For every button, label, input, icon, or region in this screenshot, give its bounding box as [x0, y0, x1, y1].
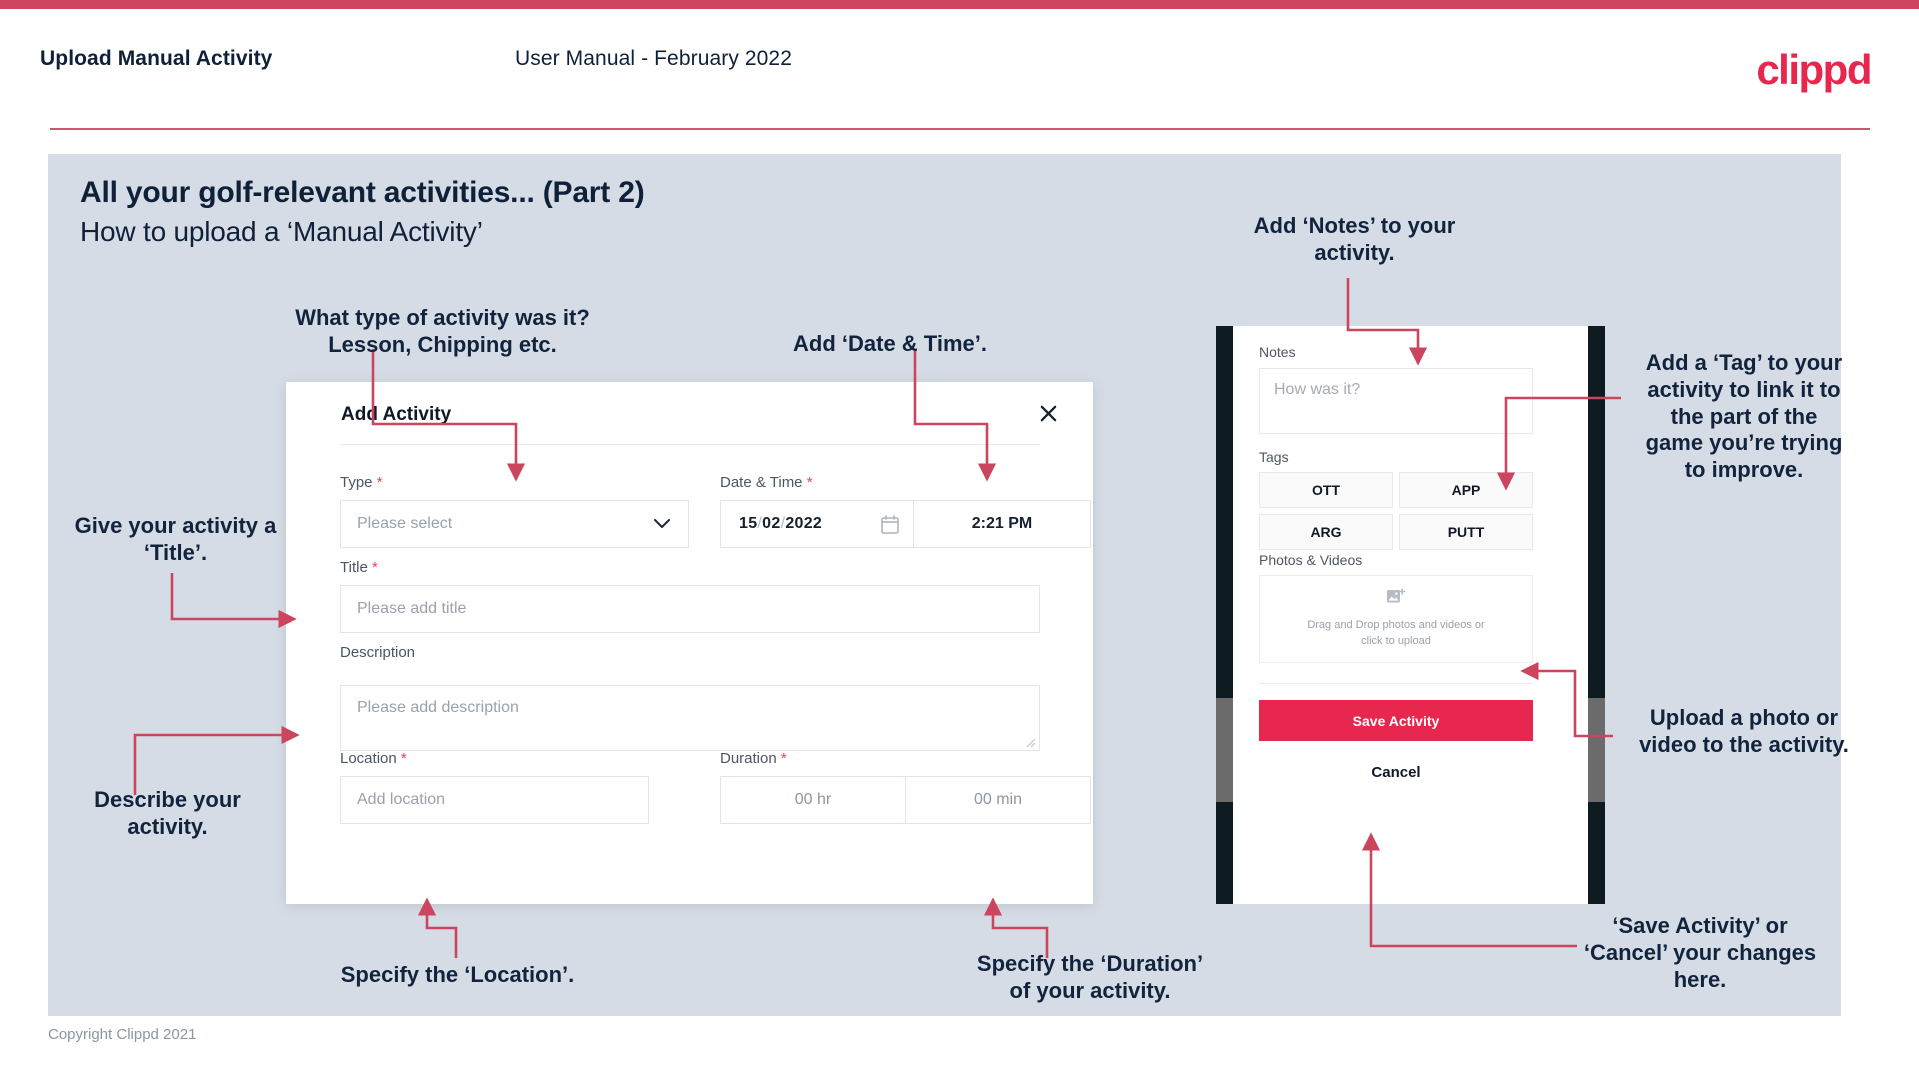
add-activity-dialog: Add Activity Type * Date & Time * Please…: [286, 382, 1093, 904]
location-input[interactable]: Add location: [340, 776, 649, 824]
location-input-placeholder: Add location: [357, 791, 446, 808]
date-value: 15/02/2022: [721, 515, 822, 533]
date-year: 2022: [785, 515, 823, 532]
top-accent-strip: [0, 0, 1919, 9]
phone-screen: Notes How was it? Tags OTT APP ARG PUTT …: [1233, 326, 1588, 904]
location-required-marker: *: [400, 750, 407, 767]
footer-copyright: Copyright Clippd 2021: [48, 1026, 197, 1043]
title-label-text: Title: [340, 559, 368, 576]
dropzone-line-2: click to upload: [1361, 635, 1431, 647]
tag-button-arg[interactable]: ARG: [1259, 514, 1393, 550]
notes-textarea[interactable]: How was it?: [1259, 368, 1533, 434]
slide-title: All your golf-relevant activities... (Pa…: [80, 176, 645, 209]
chevron-down-icon: [654, 519, 688, 529]
location-label-text: Location: [340, 750, 397, 767]
tags-grid: OTT APP ARG PUTT: [1259, 472, 1533, 550]
phone-side-button-right: [1588, 698, 1605, 802]
calendar-icon[interactable]: [881, 514, 913, 534]
type-select-placeholder: Please select: [357, 515, 453, 532]
duration-label-text: Duration: [720, 750, 777, 767]
row-title: Title * Please add title: [340, 559, 1040, 633]
annotation-duration: Specify the ‘Duration’ of your activity.: [976, 951, 1204, 1003]
time-input[interactable]: 2:21 PM: [914, 500, 1091, 548]
datetime-required-marker: *: [806, 474, 813, 491]
type-label-text: Type: [340, 474, 373, 491]
annotation-description: Describe your activity.: [94, 787, 241, 839]
page-title: Upload Manual Activity: [40, 47, 273, 70]
datetime-group: 15/02/2022 2:21 PM: [720, 500, 1091, 548]
datetime-label-text: Date & Time: [720, 474, 803, 491]
phone-mockup: Notes How was it? Tags OTT APP ARG PUTT …: [1216, 326, 1605, 904]
notes-label: Notes: [1259, 344, 1296, 360]
type-select[interactable]: Please select: [340, 500, 689, 548]
tag-button-putt[interactable]: PUTT: [1399, 514, 1533, 550]
annotation-title: Give your activity a ‘Title’.: [74, 513, 277, 565]
duration-minutes-placeholder: 00 min: [973, 791, 1023, 808]
date-month: 02: [762, 515, 781, 532]
title-label: Title *: [340, 559, 1040, 576]
description-textarea[interactable]: Please add description: [340, 685, 1040, 751]
phone-divider: [1259, 683, 1533, 684]
annotation-save: ‘Save Activity’ or ‘Cancel’ your changes h…: [1583, 913, 1817, 992]
dialog-title: Add Activity: [341, 404, 452, 425]
photo-video-dropzone[interactable]: Drag and Drop photos and videos or click…: [1259, 575, 1533, 663]
header-divider: [50, 128, 1870, 130]
notes-placeholder: How was it?: [1274, 381, 1361, 398]
duration-required-marker: *: [780, 750, 787, 767]
annotation-tags: Add a ‘Tag’ to your activity to link it t…: [1645, 350, 1843, 483]
tag-button-ott[interactable]: OTT: [1259, 472, 1393, 508]
resize-grip-icon[interactable]: [1026, 738, 1036, 748]
slide-subtitle: How to upload a ‘Manual Activity’: [80, 216, 483, 247]
dialog-header: Add Activity: [286, 382, 1093, 444]
annotation-notes: Add ‘Notes’ to your activity.: [1253, 213, 1456, 265]
annotation-datetime: Add ‘Date & Time’.: [793, 331, 987, 356]
datetime-label: Date & Time *: [720, 474, 813, 491]
save-activity-button[interactable]: Save Activity: [1259, 700, 1533, 741]
duration-hours-input[interactable]: 00 hr: [720, 776, 906, 824]
title-input[interactable]: Please add title: [340, 585, 1040, 633]
title-required-marker: *: [371, 559, 378, 576]
duration-hours-placeholder: 00 hr: [794, 791, 832, 808]
annotation-type: What type of activity was it? Lesson, Chi…: [295, 305, 590, 357]
date-day: 15: [739, 515, 758, 532]
dropzone-line-1: Drag and Drop photos and videos or: [1307, 619, 1485, 632]
tags-label: Tags: [1259, 449, 1289, 465]
row-description: Description Please add description: [340, 644, 1040, 751]
page-subtitle: User Manual - February 2022: [515, 47, 792, 70]
description-placeholder: Please add description: [357, 699, 519, 716]
annotation-upload: Upload a photo or video to the activity.: [1639, 705, 1849, 757]
tag-button-app[interactable]: APP: [1399, 472, 1533, 508]
annotation-location: Specify the ‘Location’.: [340, 962, 575, 987]
phone-left-edge: [1216, 326, 1233, 904]
duration-minutes-input[interactable]: 00 min: [906, 776, 1091, 824]
duration-label: Duration *: [720, 750, 787, 767]
date-input[interactable]: 15/02/2022: [720, 500, 914, 548]
location-label: Location *: [340, 750, 407, 767]
photos-videos-label: Photos & Videos: [1259, 552, 1363, 568]
title-input-placeholder: Please add title: [357, 600, 467, 617]
duration-group: 00 hr 00 min: [720, 776, 1091, 824]
type-label: Type *: [340, 474, 383, 491]
page-header: Upload Manual Activity User Manual - Feb…: [0, 9, 1919, 130]
phone-right-edge: [1588, 326, 1605, 904]
description-label: Description: [340, 644, 416, 661]
time-value: 2:21 PM: [971, 515, 1033, 532]
image-add-icon: [1386, 588, 1406, 611]
phone-side-button-left: [1216, 698, 1233, 802]
cancel-button[interactable]: Cancel: [1259, 757, 1533, 787]
clippd-logo: clippd: [1756, 46, 1872, 93]
type-required-marker: *: [376, 474, 383, 491]
dropzone-text: Drag and Drop photos and videos or click…: [1307, 618, 1484, 650]
close-icon[interactable]: [1031, 396, 1065, 430]
dialog-divider: [340, 444, 1040, 445]
